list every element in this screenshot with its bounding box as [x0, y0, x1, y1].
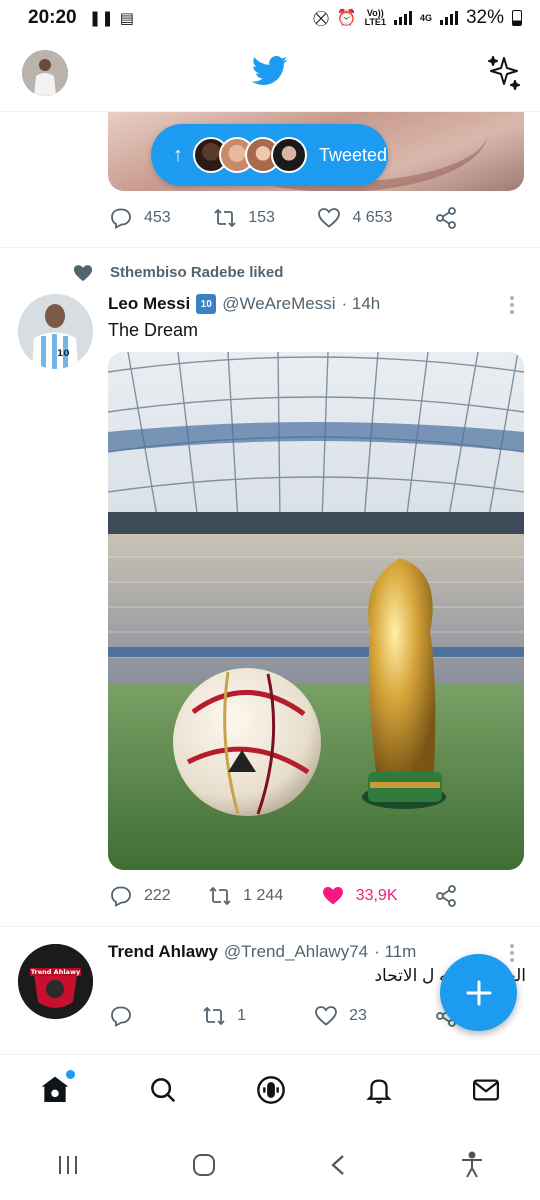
reply-count: 453	[144, 209, 171, 226]
back-icon[interactable]	[328, 1153, 348, 1182]
tweet-actions: 222 1 244 33,9K	[108, 884, 458, 908]
status-right-icons: ⛒ ⏰ Vo)) LTE1 4G 32%	[313, 7, 522, 29]
author-avatar-image: 10	[18, 294, 93, 369]
system-navigation-bar	[0, 1134, 540, 1200]
status-time: 20:20	[28, 7, 77, 28]
volte-indicator: Vo)) LTE1	[364, 8, 386, 27]
tweet-text: The Dream	[108, 320, 199, 340]
author-handle[interactable]: @WeAreMessi	[222, 294, 335, 314]
status-bar: 20:20 ❚❚ ▤ ⛒ ⏰ Vo)) LTE1 4G 32%	[0, 0, 540, 36]
trend-ahlawy-logo: Trend Ahlawy	[18, 944, 93, 1019]
svg-text:Trend Ahlawy: Trend Ahlawy	[31, 968, 81, 976]
liked-heart-icon	[73, 265, 93, 282]
signal-icon-2	[439, 11, 458, 25]
recent-apps-icon[interactable]	[56, 1154, 80, 1181]
notification-dot	[65, 1070, 75, 1079]
twitter-bird-icon[interactable]	[252, 56, 288, 91]
gallery-notification-icon: ▤	[119, 10, 134, 27]
retweet-button[interactable]: 153	[212, 206, 275, 230]
status-left-icons: ❚❚ ▤	[89, 9, 134, 27]
bottom-navigation	[0, 1054, 540, 1130]
author-name[interactable]: Trend Ahlawy	[108, 942, 218, 962]
next-tweet-actions: 1 23	[108, 1004, 458, 1028]
retweet-count: 1 244	[243, 887, 284, 904]
like-count: 4 653	[352, 209, 393, 226]
home-icon[interactable]	[39, 1070, 75, 1111]
more-options-icon[interactable]	[510, 944, 514, 962]
tweet-media-image[interactable]	[108, 352, 524, 870]
plus-icon	[466, 980, 491, 1005]
heart-icon	[315, 1006, 337, 1026]
tweet-time: · 11m	[374, 942, 417, 961]
prev-tweet-actions: 453 153 4 653	[108, 206, 458, 230]
spaces-icon[interactable]	[255, 1074, 287, 1111]
like-count: 33,9K	[355, 887, 398, 904]
retweet-button[interactable]: 1 244	[207, 884, 283, 908]
avatar	[271, 137, 307, 173]
like-count: 23	[349, 1007, 367, 1024]
reply-button[interactable]: 453	[108, 206, 171, 230]
share-icon	[436, 885, 456, 907]
more-options-icon[interactable]	[510, 296, 514, 314]
heart-icon	[318, 208, 341, 228]
divider	[0, 247, 540, 248]
social-context-label: Sthembiso Radebe liked	[110, 263, 284, 281]
author-avatar[interactable]: 10	[18, 294, 93, 369]
home-button-icon[interactable]	[191, 1152, 217, 1183]
retweet-button[interactable]: 1	[201, 1004, 246, 1028]
reply-button[interactable]	[108, 1004, 134, 1028]
stadium-trophy-photo	[108, 352, 524, 870]
retweet-count: 153	[248, 209, 275, 226]
share-button[interactable]	[434, 884, 458, 908]
profile-avatar-image	[22, 50, 68, 96]
social-context[interactable]: Sthembiso Radebe liked	[72, 262, 283, 282]
like-button[interactable]: 23	[313, 1004, 367, 1028]
tweet-time: · 14h	[341, 294, 381, 313]
new-tweets-label: Tweeted	[319, 144, 388, 165]
like-button[interactable]: 33,9K	[320, 884, 398, 908]
share-icon	[436, 207, 456, 229]
divider	[0, 926, 540, 927]
sparkle-icon[interactable]	[486, 54, 522, 95]
battery-level: 32%	[465, 7, 504, 28]
battery-icon	[512, 10, 522, 26]
like-button[interactable]: 4 653	[316, 206, 392, 230]
next-tweet-avatar[interactable]: Trend Ahlawy	[18, 944, 93, 1019]
retweet-count: 1	[237, 1007, 246, 1024]
reply-count: 222	[144, 887, 171, 904]
mail-icon[interactable]	[471, 1075, 501, 1110]
network-type: 4G	[419, 12, 432, 23]
tweet-header: Leo Messi 10 @WeAreMessi · 14h	[108, 294, 380, 314]
accessibility-icon[interactable]	[459, 1151, 485, 1184]
author-name[interactable]: Leo Messi	[108, 294, 190, 314]
reply-icon	[111, 1006, 131, 1028]
reply-icon	[111, 208, 131, 230]
arrow-up-icon: ↑	[173, 143, 183, 166]
retweet-icon	[203, 1006, 225, 1026]
number-badge: 10	[196, 294, 217, 314]
pause-icon: ❚❚	[88, 10, 114, 27]
signal-icon	[393, 11, 412, 25]
new-tweets-pill[interactable]: ↑ Tweeted	[151, 124, 388, 186]
author-handle[interactable]: @Trend_Ahlawy74	[224, 942, 368, 962]
reply-icon	[111, 886, 131, 908]
heart-filled-icon	[322, 887, 343, 905]
new-tweets-avatars	[193, 137, 307, 173]
compose-tweet-button[interactable]	[440, 954, 517, 1031]
svg-text:10: 10	[57, 349, 70, 359]
profile-avatar[interactable]	[22, 50, 68, 96]
search-icon[interactable]	[148, 1075, 178, 1110]
top-app-bar	[0, 36, 540, 112]
share-button[interactable]	[434, 206, 458, 230]
reply-button[interactable]: 222	[108, 884, 171, 908]
saver-icon: ⛒	[313, 9, 329, 27]
bell-icon[interactable]	[364, 1075, 394, 1110]
next-tweet-header: Trend Ahlawy @Trend_Ahlawy74 · 11m	[108, 942, 416, 962]
retweet-icon	[209, 886, 231, 906]
retweet-icon	[214, 208, 236, 228]
alarm-icon: ⏰	[336, 10, 357, 27]
